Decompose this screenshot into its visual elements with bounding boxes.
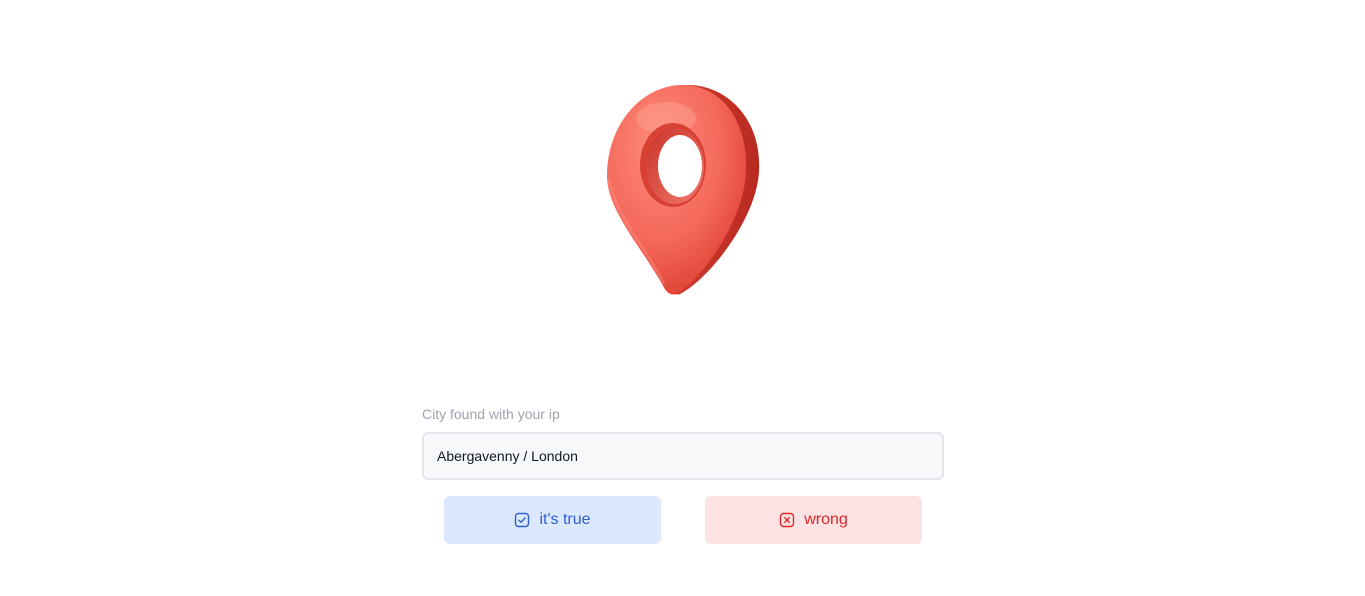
city-field-label: City found with your ip bbox=[422, 406, 560, 422]
page: City found with your ip it's true bbox=[0, 0, 1365, 596]
check-square-icon bbox=[514, 512, 530, 528]
x-square-icon bbox=[779, 512, 795, 528]
action-buttons: it's true wrong bbox=[422, 496, 944, 544]
city-input[interactable] bbox=[422, 432, 944, 480]
wrong-button[interactable]: wrong bbox=[705, 496, 922, 544]
location-form: City found with your ip it's true bbox=[422, 404, 944, 544]
wrong-label: wrong bbox=[804, 511, 848, 528]
its-true-label: it's true bbox=[539, 511, 591, 528]
its-true-button[interactable]: it's true bbox=[444, 496, 661, 544]
map-pin-icon bbox=[596, 80, 766, 300]
